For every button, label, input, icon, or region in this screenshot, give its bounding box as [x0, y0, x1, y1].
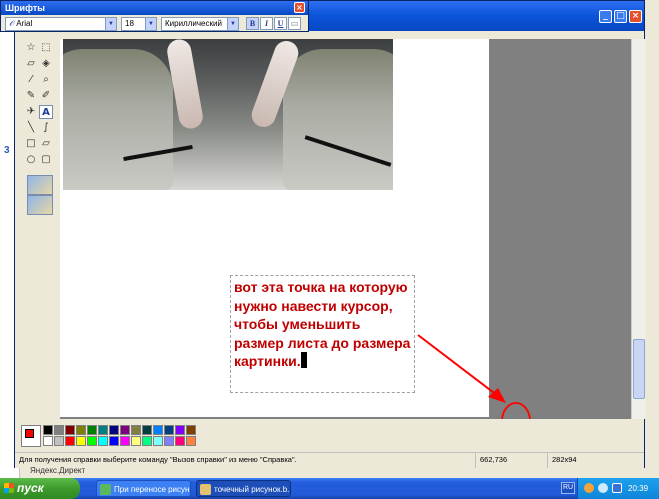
chevron-down-icon: ▼ — [145, 18, 156, 30]
text-tool-icon[interactable]: A — [39, 105, 53, 119]
close-button[interactable]: × — [629, 10, 642, 23]
font-name-select[interactable]: 𝒪 Arial ▼ — [5, 17, 117, 31]
color-picker-icon[interactable]: ⁄ — [24, 73, 38, 87]
color-swatch[interactable] — [76, 425, 86, 435]
paint-window: _ □ × ☆ ⬚ ▱ ◈ ⁄ ⌕ ✎ ✐ ✈ A ╲ ∫ □ ▱ ○ ▢ во… — [14, 0, 645, 468]
fill-icon[interactable]: ◈ — [39, 57, 53, 71]
opaque-background-option[interactable] — [27, 175, 53, 195]
color-swatch[interactable] — [87, 436, 97, 446]
color-swatch[interactable] — [54, 425, 64, 435]
free-select-icon[interactable]: ☆ — [24, 41, 38, 55]
canvas-area: вот эта точка на которую нужно навести к… — [60, 39, 631, 419]
magnifier-icon[interactable]: ⌕ — [39, 73, 53, 87]
tray-network-icon[interactable] — [612, 483, 622, 493]
color-swatch[interactable] — [87, 425, 97, 435]
rect-select-icon[interactable]: ⬚ — [39, 41, 53, 55]
airbrush-icon[interactable]: ✈ — [24, 105, 38, 119]
color-swatch[interactable] — [153, 436, 163, 446]
color-swatch[interactable] — [164, 425, 174, 435]
color-swatch[interactable] — [65, 425, 75, 435]
color-swatch[interactable] — [109, 425, 119, 435]
pencil-icon[interactable]: ✎ — [24, 89, 38, 103]
tray-volume-icon[interactable] — [598, 483, 608, 493]
color-swatch[interactable] — [175, 436, 185, 446]
font-size-value: 18 — [125, 19, 134, 28]
rectangle-icon[interactable]: □ — [24, 137, 38, 151]
font-script-select[interactable]: Кириллический ▼ — [161, 17, 239, 31]
font-toolbar-close-icon[interactable]: × — [294, 2, 305, 13]
color-swatch[interactable] — [76, 436, 86, 446]
color-swatch[interactable] — [186, 436, 196, 446]
tray-app-icon[interactable] — [584, 483, 594, 493]
font-name-value: Arial — [16, 19, 33, 28]
maximize-button[interactable]: □ — [614, 10, 627, 23]
font-size-select[interactable]: 18 ▼ — [121, 17, 157, 31]
underline-button[interactable]: U — [274, 17, 287, 30]
color-swatch[interactable] — [142, 436, 152, 446]
font-script-value: Кириллический — [165, 19, 222, 28]
clock: 20:39 — [628, 484, 649, 493]
transparent-background-option[interactable] — [27, 195, 53, 215]
start-label: пуск — [17, 481, 44, 495]
brush-icon[interactable]: ✐ — [39, 89, 53, 103]
color-swatch[interactable] — [175, 425, 185, 435]
windows-logo-icon — [4, 483, 14, 493]
color-swatch[interactable] — [131, 436, 141, 446]
task-label: точечный рисунок.b... — [214, 485, 291, 494]
status-selection-size: 282x94 — [547, 453, 627, 468]
taskbar: пуск При переносе рисун... точечный рису… — [0, 478, 659, 499]
color-swatch[interactable] — [54, 436, 64, 446]
foreground-color — [25, 429, 34, 438]
color-swatch[interactable] — [98, 425, 108, 435]
ellipse-icon[interactable]: ○ — [24, 153, 38, 167]
color-swatch[interactable] — [120, 425, 130, 435]
color-swatch[interactable] — [164, 436, 174, 446]
font-toolbar: Шрифты × 𝒪 Arial ▼ 18 ▼ Кириллический ▼ … — [0, 0, 309, 32]
eraser-icon[interactable]: ▱ — [24, 57, 38, 71]
font-toolbar-title: Шрифты — [1, 1, 308, 15]
color-swatch[interactable] — [120, 436, 130, 446]
polygon-icon[interactable]: ▱ — [39, 137, 53, 151]
color-swatch[interactable] — [109, 436, 119, 446]
italic-button[interactable]: I — [260, 17, 273, 30]
start-button[interactable]: пуск — [0, 478, 80, 499]
curve-icon[interactable]: ∫ — [39, 121, 53, 135]
browser-icon — [100, 484, 111, 495]
color-swatch[interactable] — [142, 425, 152, 435]
color-swatch[interactable] — [65, 436, 75, 446]
chevron-down-icon: ▼ — [105, 18, 116, 30]
paint-icon — [200, 484, 211, 495]
color-swatches — [43, 425, 203, 447]
bold-button[interactable]: B — [246, 17, 259, 30]
color-swatch[interactable] — [131, 425, 141, 435]
scroll-thumb[interactable] — [633, 339, 645, 399]
color-swatch[interactable] — [153, 425, 163, 435]
annotation-arrow — [417, 334, 531, 419]
task-label: При переносе рисун... — [114, 485, 191, 494]
vertical-scrollbar[interactable] — [631, 39, 645, 419]
background-marker: 3 — [4, 145, 10, 156]
color-swatch[interactable] — [43, 436, 53, 446]
color-palette — [21, 425, 201, 449]
taskbar-button-browser[interactable]: При переносе рисун... — [96, 480, 191, 497]
color-swatch[interactable] — [186, 425, 196, 435]
taskbar-button-paint[interactable]: точечный рисунок.b... — [196, 480, 291, 497]
status-cursor-position: 662,736 — [475, 453, 547, 468]
rounded-rect-icon[interactable]: ▢ — [39, 153, 53, 167]
background-link: Яндекс.Директ — [30, 466, 86, 475]
color-swatch[interactable] — [98, 436, 108, 446]
chevron-down-icon: ▼ — [227, 18, 238, 30]
system-tray: 20:39 — [577, 478, 659, 499]
line-icon[interactable]: ╲ — [24, 121, 38, 135]
vertical-text-button[interactable]: ▭ — [288, 17, 301, 30]
status-bar: Для получения справки выберите команду "… — [15, 452, 644, 468]
color-swatch[interactable] — [43, 425, 53, 435]
right-edge-strip — [645, 0, 659, 478]
language-indicator[interactable]: RU — [561, 482, 575, 494]
minimize-button[interactable]: _ — [599, 10, 612, 23]
current-colors[interactable] — [21, 425, 41, 447]
